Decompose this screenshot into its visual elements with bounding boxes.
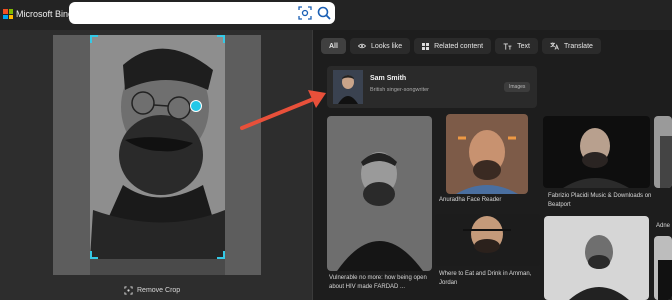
source-image-pane: Remove Crop bbox=[0, 30, 312, 300]
bing-logo[interactable]: Microsoft Bing bbox=[3, 9, 73, 19]
tab-all[interactable]: All bbox=[321, 38, 346, 54]
crop-handle-top-right[interactable] bbox=[217, 35, 225, 43]
result-image-card[interactable] bbox=[544, 216, 649, 300]
tab-label: Looks like bbox=[370, 42, 403, 50]
result-thumbnail bbox=[654, 116, 672, 188]
tab-label: Translate bbox=[563, 42, 593, 50]
entity-description: British singer-songwriter bbox=[370, 87, 429, 93]
crop-handle-top-left[interactable] bbox=[90, 35, 98, 43]
entity-card[interactable]: Sam Smith British singer-songwriter Imag… bbox=[327, 66, 537, 108]
result-image-card[interactable] bbox=[654, 236, 672, 300]
tab-looks-like[interactable]: Looks like bbox=[349, 38, 411, 54]
result-thumbnail bbox=[543, 116, 650, 188]
results-pane: All Looks like Related content Text Tran… bbox=[313, 30, 672, 300]
result-caption[interactable]: Where to Eat and Drink in Amman, Jordan bbox=[439, 270, 549, 288]
visual-search-icon[interactable] bbox=[297, 5, 313, 21]
tab-text[interactable]: Text bbox=[495, 38, 538, 54]
brand-name: Microsoft Bing bbox=[16, 9, 74, 19]
eye-icon bbox=[357, 43, 366, 49]
entity-name[interactable]: Sam Smith bbox=[370, 75, 406, 82]
result-thumbnail bbox=[544, 216, 649, 300]
result-image-card[interactable] bbox=[654, 116, 672, 188]
crop-handle-bottom-left[interactable] bbox=[90, 251, 98, 259]
arrow-icon bbox=[240, 90, 326, 130]
remove-crop-label: Remove Crop bbox=[137, 287, 181, 294]
result-image-card[interactable] bbox=[435, 214, 540, 266]
result-thumbnail bbox=[435, 214, 540, 266]
microsoft-logo-icon bbox=[3, 9, 13, 19]
result-caption[interactable]: Vulnerable no more: how being open about… bbox=[329, 274, 439, 292]
images-badge[interactable]: Images bbox=[504, 82, 531, 92]
search-input[interactable] bbox=[69, 2, 335, 24]
tab-label: All bbox=[329, 42, 338, 50]
crop-region[interactable] bbox=[90, 35, 225, 259]
result-caption[interactable]: Fabrizio Placidi Music & Downloads on Be… bbox=[548, 192, 653, 210]
tab-label: Related content bbox=[434, 42, 484, 50]
crop-icon bbox=[124, 286, 133, 295]
result-caption[interactable]: Adne bbox=[656, 222, 672, 231]
result-image-card[interactable] bbox=[543, 116, 650, 188]
tab-translate[interactable]: Translate bbox=[541, 38, 601, 54]
result-image-card[interactable] bbox=[446, 114, 528, 194]
remove-crop-button[interactable]: Remove Crop bbox=[124, 286, 180, 295]
top-bar: Microsoft Bing bbox=[0, 0, 672, 30]
tab-label: Text bbox=[517, 42, 530, 50]
text-icon bbox=[503, 42, 512, 50]
visual-search-hotspot[interactable] bbox=[190, 100, 202, 112]
grid-icon bbox=[422, 42, 430, 50]
result-thumbnail bbox=[327, 116, 432, 271]
result-image-card[interactable] bbox=[327, 116, 432, 271]
crop-handle-bottom-right[interactable] bbox=[217, 251, 225, 259]
source-photo bbox=[53, 35, 261, 275]
result-caption[interactable]: Anuradha Face Reader bbox=[439, 196, 539, 205]
entity-thumbnail bbox=[333, 70, 363, 104]
result-tabs: All Looks like Related content Text Tran… bbox=[321, 38, 601, 54]
tab-related-content[interactable]: Related content bbox=[414, 38, 492, 54]
result-thumbnail bbox=[654, 236, 672, 300]
result-thumbnail bbox=[446, 114, 528, 194]
search-icon[interactable] bbox=[316, 5, 332, 21]
translate-icon bbox=[550, 42, 559, 50]
